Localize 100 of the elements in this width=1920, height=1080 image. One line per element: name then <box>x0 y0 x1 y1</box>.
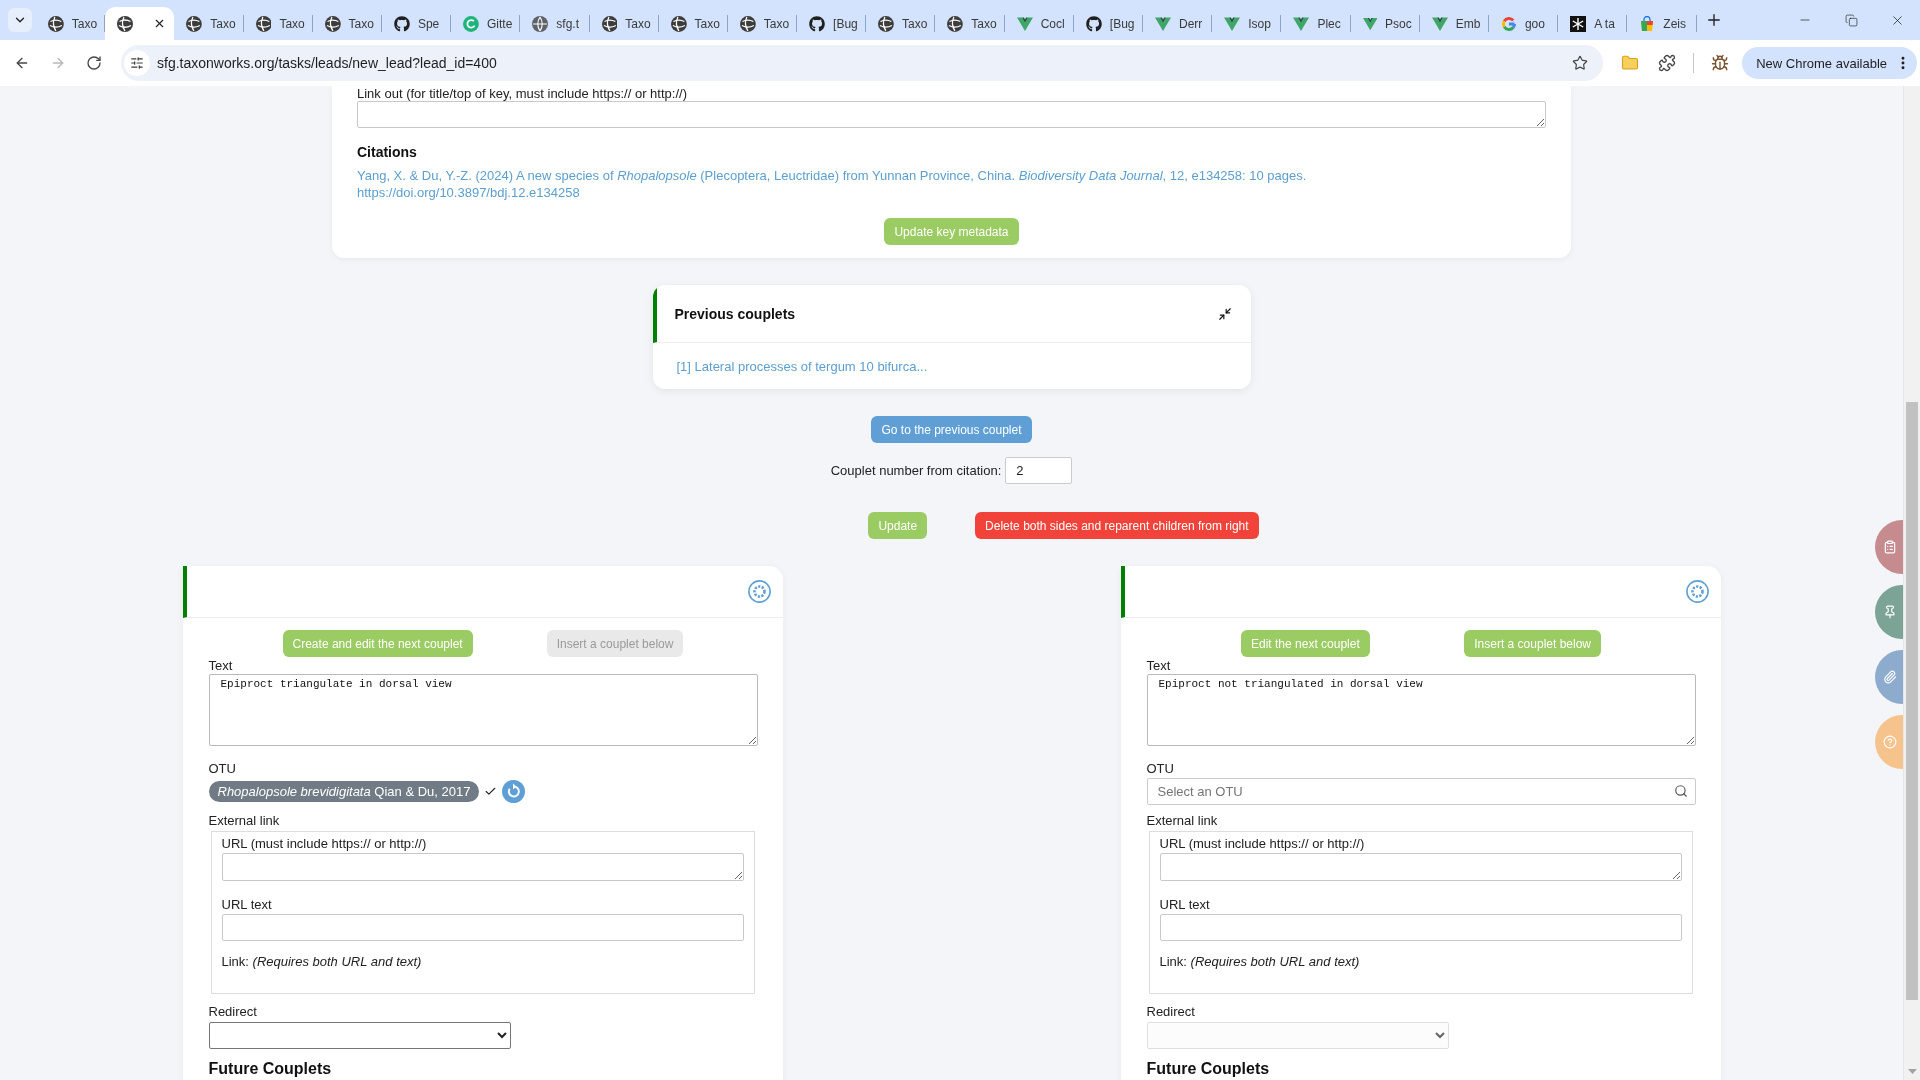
scrollbar[interactable] <box>1903 86 1920 1080</box>
browser-tab[interactable]: Taxo <box>174 7 244 40</box>
v-shape-icon <box>1224 15 1241 32</box>
scrollbar-thumb[interactable] <box>1906 402 1918 1000</box>
search-icon <box>1673 784 1688 798</box>
section-heading: Citations <box>357 144 418 161</box>
side-tab-button[interactable] <box>1875 650 1903 704</box>
globe-icon <box>48 15 64 32</box>
cat-icon <box>393 15 410 32</box>
scroll-down-icon[interactable] <box>1908 1069 1917 1074</box>
url-text-field[interactable] <box>1159 914 1682 941</box>
browser-tab[interactable]: Taxo <box>727 7 798 40</box>
couplet-number-field[interactable]: 2 <box>1005 457 1073 484</box>
field-label: Couplet number from citation: <box>830 463 1002 478</box>
radial-menu-icon[interactable] <box>747 580 771 603</box>
browser-tab[interactable]: goo <box>1488 7 1559 40</box>
globe-icon <box>739 15 756 32</box>
browser-tab[interactable]: Taxo <box>658 7 728 40</box>
text-field[interactable]: Epiproct triangulate in dorsal view <box>208 674 758 746</box>
v-shape-icon <box>1016 15 1033 32</box>
url-text-field[interactable] <box>221 914 744 941</box>
browser-tab[interactable]: Psoc <box>1350 7 1420 40</box>
browser-tab[interactable]: [Bug <box>1073 7 1143 40</box>
g-logo-icon <box>1500 15 1517 32</box>
browser-tab[interactable]: Zeis <box>1627 7 1697 40</box>
browser-tab[interactable]: A ta <box>1558 7 1628 40</box>
delete-button[interactable]: Delete both sides and reparent children from right <box>975 512 1259 539</box>
globe-icon <box>947 15 964 32</box>
browser-tab[interactable]: Plec <box>1281 7 1351 40</box>
globe-icon <box>324 15 341 32</box>
browser-tab[interactable]: Cocl <box>1004 7 1074 40</box>
reload-icon[interactable] <box>86 55 102 71</box>
browser-tab[interactable]: [Bug <box>797 7 867 40</box>
link-out-field[interactable] <box>357 101 1546 128</box>
asterisk-tile-icon <box>1570 15 1587 32</box>
shopping-bag-icon <box>1639 15 1656 32</box>
globe-icon <box>670 15 687 32</box>
radial-menu-icon[interactable] <box>1685 580 1709 603</box>
browser-tab[interactable]: Taxo <box>243 7 313 40</box>
v-shape-icon <box>1431 15 1448 32</box>
address-bar[interactable]: sfg.taxonworks.org/tasks/leads/new_lead?lead_id=400 <box>121 45 1604 81</box>
side-tab-button[interactable] <box>1875 715 1903 769</box>
field-label: Link out (for title/top of key, must include https:// or http://) <box>357 87 688 101</box>
v-shape-icon <box>1293 15 1310 32</box>
field-label: URL text <box>1159 898 1211 912</box>
otu-search-field[interactable]: Select an OTU <box>1146 778 1696 805</box>
restore-icon[interactable] <box>1844 13 1858 27</box>
browser-tab[interactable]: Taxo <box>36 7 106 40</box>
pin-icon <box>1883 605 1897 619</box>
check-icon <box>484 785 498 798</box>
bug-icon[interactable] <box>1711 54 1730 72</box>
browser-tab[interactable]: Taxo <box>589 7 659 40</box>
browser-tab[interactable]: Taxo <box>866 7 936 40</box>
text-field[interactable]: Epiproct not triangulated in dorsal view <box>1146 674 1696 746</box>
field-label: Redirect <box>1146 1005 1196 1019</box>
side-tab-button[interactable] <box>1875 520 1903 574</box>
folder-icon[interactable] <box>1621 54 1640 72</box>
link-note: Link: (Requires both URL and text) <box>1159 955 1361 969</box>
link-note: Link: (Requires both URL and text) <box>221 955 423 969</box>
inward-arrows-icon[interactable] <box>1217 306 1232 321</box>
browser-tab[interactable]: Taxo <box>935 7 1005 40</box>
field-label: Redirect <box>208 1005 258 1019</box>
arc-disc-icon <box>463 15 479 32</box>
card-title: Previous couplets <box>674 305 796 322</box>
browser-tab[interactable] <box>105 7 175 40</box>
browser-tab[interactable]: Spe <box>381 7 452 40</box>
browser-tab[interactable]: sfg.t <box>520 7 590 40</box>
browser-tab[interactable]: Derr <box>1143 7 1213 40</box>
field-label: Text <box>208 659 234 673</box>
field-label: External link <box>208 814 281 828</box>
field-label: External link <box>1146 814 1219 828</box>
paperclip-icon <box>1883 670 1897 684</box>
browser-tab[interactable]: Emb <box>1419 7 1489 40</box>
field-label: URL (must include https:// or http://) <box>221 837 428 851</box>
clipboard-icon <box>1883 540 1897 554</box>
browser-tab[interactable]: Isop <box>1212 7 1282 40</box>
puzzle-icon[interactable] <box>1658 54 1677 72</box>
globe-icon <box>532 15 549 32</box>
field-label: Text <box>1146 659 1172 673</box>
field-label: URL (must include https:// or http://) <box>1159 837 1366 851</box>
update-chrome-button[interactable]: New Chrome available <box>1742 47 1917 79</box>
browser-tab[interactable]: Gitte <box>451 7 521 40</box>
globe-icon <box>601 15 618 32</box>
v-shape-icon <box>1362 15 1378 32</box>
url-text: sfg.taxonworks.org/tasks/leads/new_lead?lead_id=400 <box>157 55 497 71</box>
side-tab-button[interactable] <box>1875 585 1903 639</box>
browser-tab[interactable]: Taxo <box>312 7 382 40</box>
section-heading: Future Couplets <box>208 1059 333 1078</box>
tab-search-button[interactable] <box>8 8 32 32</box>
otu-tag: Rhopalopsole brevidigitata Qian & Du, 2017 <box>208 781 480 802</box>
redirect-select[interactable] <box>208 1022 511 1049</box>
v-shape-icon <box>1155 15 1171 32</box>
cat-icon <box>1085 15 1102 32</box>
star-icon[interactable] <box>1572 55 1589 71</box>
sliders-icon[interactable] <box>124 50 150 76</box>
help-icon <box>1883 735 1897 749</box>
url-field[interactable] <box>1159 853 1682 881</box>
globe-icon <box>117 15 134 32</box>
url-field[interactable] <box>221 853 744 881</box>
cat-icon <box>809 15 826 32</box>
